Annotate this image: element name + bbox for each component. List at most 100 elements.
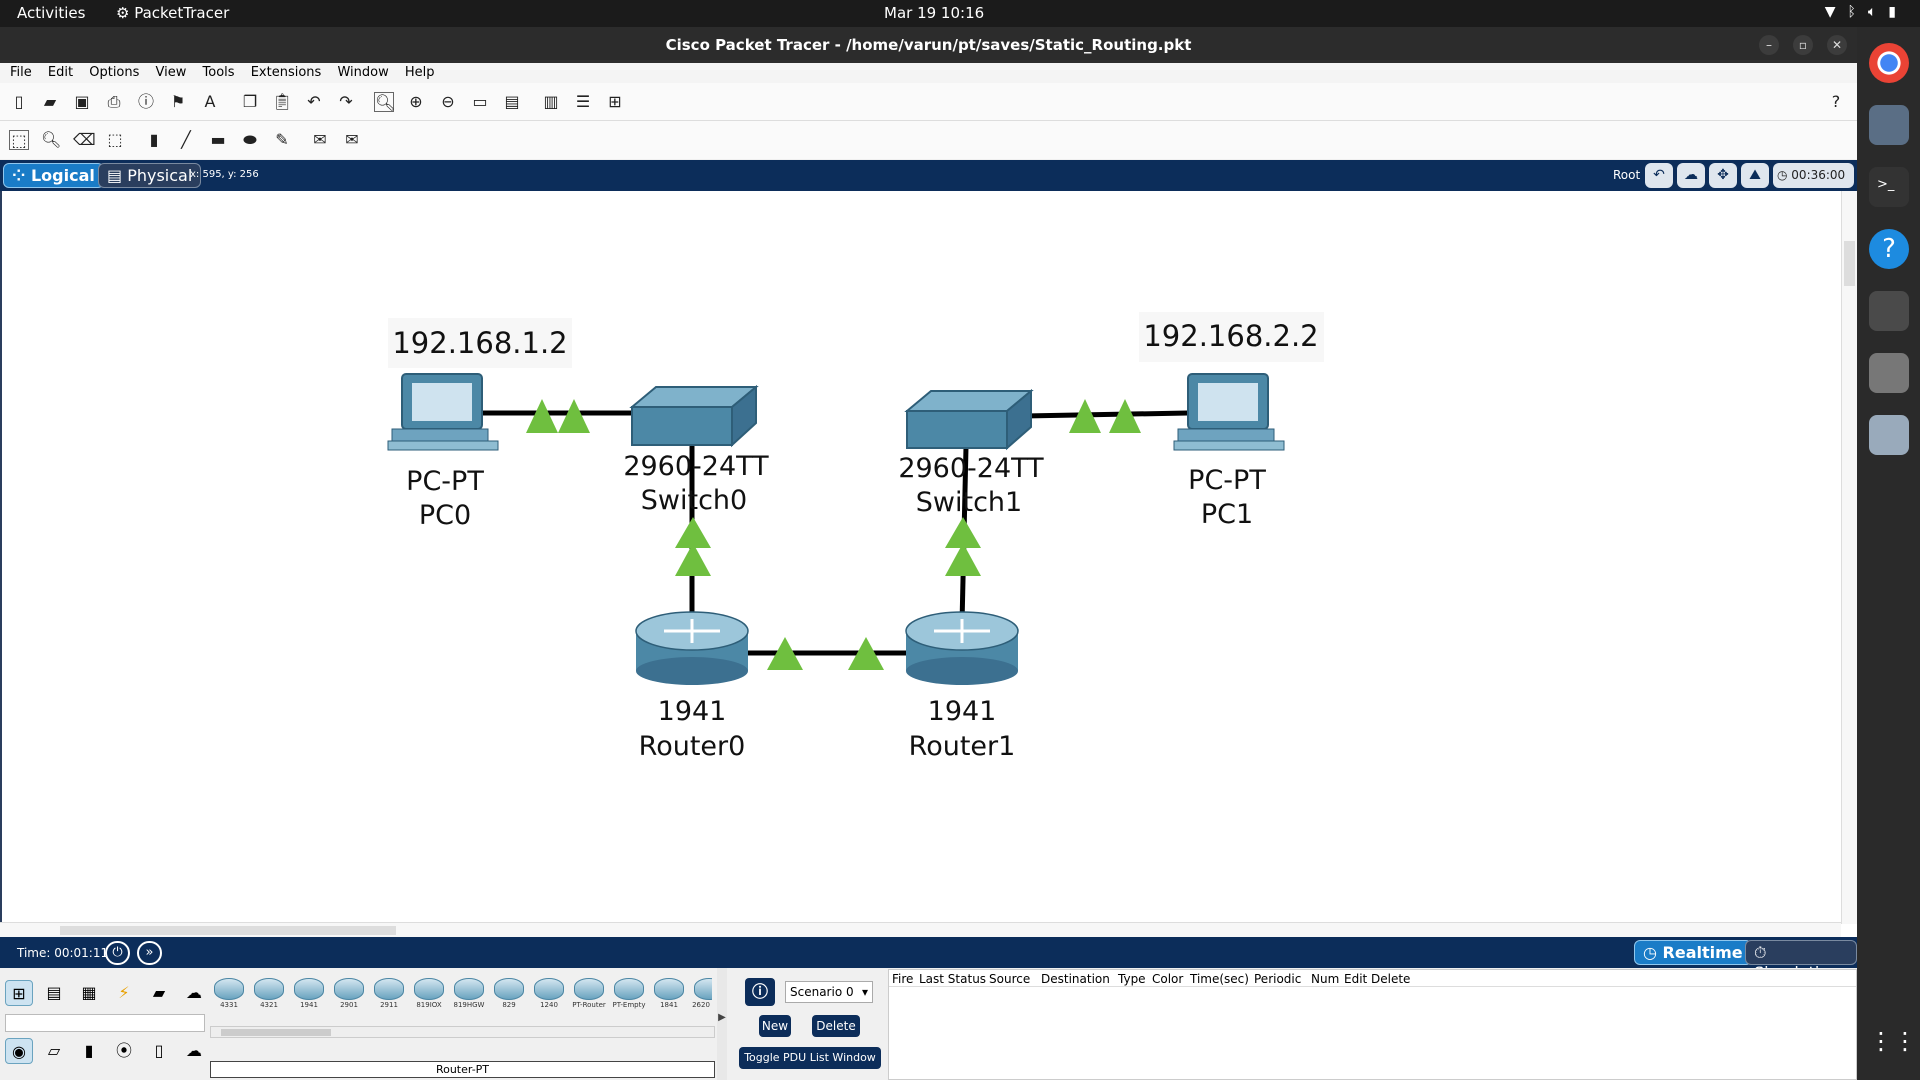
zoom-in-icon[interactable]: ⊕ xyxy=(406,92,426,112)
menu-window[interactable]: Window xyxy=(337,65,388,80)
redo-icon[interactable]: ↷ xyxy=(336,92,356,112)
switch1-device[interactable] xyxy=(904,388,1034,451)
viewport-icon[interactable]: ▥ xyxy=(541,92,561,112)
activity-wizard-icon[interactable]: A xyxy=(200,92,220,112)
menu-edit[interactable]: Edit xyxy=(48,65,73,80)
switches-subcategory-icon[interactable]: ▱ xyxy=(40,1038,68,1064)
misc-category-icon[interactable]: ▰ xyxy=(145,980,173,1006)
freeform-icon[interactable]: ✎ xyxy=(272,130,292,150)
menu-options[interactable]: Options xyxy=(89,65,139,80)
drawing-palette-icon[interactable]: ▭ xyxy=(470,92,490,112)
router0-device[interactable] xyxy=(635,611,749,685)
delete-icon[interactable]: ⌫ xyxy=(73,130,96,150)
router-model-pt-router[interactable]: PT-Router xyxy=(570,972,608,1012)
menu-file[interactable]: File xyxy=(10,65,32,80)
router-model-2620[interactable]: 2620 xyxy=(690,972,712,1012)
menu-extensions[interactable]: Extensions xyxy=(251,65,322,80)
activities-button[interactable]: Activities xyxy=(17,4,85,22)
menu-tools[interactable]: Tools xyxy=(203,65,235,80)
image-icon[interactable]: ⊞ xyxy=(605,92,625,112)
link-switch1-pc1[interactable] xyxy=(1023,410,1189,419)
scenario-info-icon[interactable]: ⓘ xyxy=(745,978,775,1006)
menu-view[interactable]: View xyxy=(156,65,187,80)
paste-icon[interactable]: 📋︎ xyxy=(272,92,292,112)
info-icon[interactable]: ⓘ xyxy=(136,92,156,112)
close-button[interactable]: ✕ xyxy=(1827,35,1847,55)
end-devices-category-icon[interactable]: ▤ xyxy=(40,980,68,1006)
physical-tab[interactable]: ▤ Physical xyxy=(98,163,202,188)
router-model-829[interactable]: 829 xyxy=(490,972,528,1012)
delete-scenario-button[interactable]: Delete xyxy=(812,1015,860,1037)
switch0-device[interactable] xyxy=(629,384,759,448)
move-icon[interactable]: ✥ xyxy=(1709,163,1737,188)
inspect-icon[interactable]: 🔍︎ xyxy=(41,130,61,150)
scroll-thumb[interactable] xyxy=(1844,241,1855,286)
help-icon[interactable]: ? xyxy=(1869,229,1909,269)
realtime-tab[interactable]: ◷ Realtime xyxy=(1634,940,1752,965)
scroll-thumb[interactable] xyxy=(60,926,396,935)
app-menu[interactable]: ⚙ PacketTracer xyxy=(116,4,229,22)
multiuser-category-icon[interactable]: ☁ xyxy=(180,980,208,1006)
network-wizard-icon[interactable]: ⚑ xyxy=(168,92,188,112)
toggle-pdu-list-button[interactable]: Toggle PDU List Window xyxy=(739,1047,881,1069)
router-model-pt-empty[interactable]: PT-Empty xyxy=(610,972,648,1012)
back-icon[interactable]: ↶ xyxy=(1645,163,1673,188)
logical-workspace[interactable]: 192.168.1.2 192.168.2.2 PC-PT PC0 2960-2… xyxy=(0,191,1857,937)
draw-rectangle-icon[interactable]: ▬ xyxy=(208,130,228,150)
place-note-icon[interactable]: ▮ xyxy=(144,130,164,150)
add-simple-pdu-icon[interactable]: ✉ xyxy=(310,130,330,150)
device-search-input[interactable] xyxy=(5,1014,205,1032)
power-cycle-icon[interactable]: ⏻ xyxy=(105,941,130,965)
save-icon[interactable]: ▣ xyxy=(72,92,92,112)
pc0-device[interactable] xyxy=(387,373,499,451)
panel-splitter[interactable]: ▶ xyxy=(717,968,727,1080)
new-scenario-button[interactable]: New xyxy=(759,1015,791,1037)
draw-line-icon[interactable]: ╱ xyxy=(176,130,196,150)
router-model-1841[interactable]: 1841 xyxy=(650,972,688,1012)
maximize-button[interactable]: ▫ xyxy=(1793,35,1813,55)
show-apps-icon[interactable]: ⋮⋮⋮ xyxy=(1869,1027,1920,1067)
router1-device[interactable] xyxy=(905,611,1019,685)
menu-help[interactable]: Help xyxy=(405,65,435,80)
print-icon[interactable]: ⎙ xyxy=(104,92,124,112)
logical-tab[interactable]: ⁘ Logical xyxy=(3,163,104,188)
wireless-subcategory-icon[interactable]: ⦿ xyxy=(110,1038,138,1064)
scenario-select[interactable]: Scenario 0 ▾ xyxy=(785,981,873,1003)
router-model-2901[interactable]: 2901 xyxy=(330,972,368,1012)
router-model-4321[interactable]: 4321 xyxy=(250,972,288,1012)
copy-icon[interactable]: ❐ xyxy=(240,92,260,112)
ssd-icon[interactable] xyxy=(1869,353,1909,393)
environment-timer[interactable]: ◷ 00:36:00 xyxy=(1773,163,1854,188)
terminal-icon[interactable]: >_ xyxy=(1869,167,1909,207)
router-model-1240[interactable]: 1240 xyxy=(530,972,568,1012)
pc1-device[interactable] xyxy=(1173,373,1285,451)
network-devices-category-icon[interactable]: ⊞ xyxy=(5,980,33,1006)
system-tray[interactable]: ▼ ᛒ 🔈︎ ▮ xyxy=(1825,4,1896,20)
packettracer-icon[interactable] xyxy=(1869,291,1909,331)
hubs-subcategory-icon[interactable]: ▮ xyxy=(75,1038,103,1064)
router-model-819iox[interactable]: 819IOX xyxy=(410,972,448,1012)
router-model-4331[interactable]: 4331 xyxy=(210,972,248,1012)
add-complex-pdu-icon[interactable]: ✉ xyxy=(342,130,362,150)
router-model-819hgw[interactable]: 819HGW xyxy=(450,972,488,1012)
new-file-icon[interactable]: ▯ xyxy=(9,92,29,112)
routers-subcategory-icon[interactable]: ◉ xyxy=(5,1038,33,1064)
scroll-thumb[interactable] xyxy=(221,1029,331,1036)
custom-device-icon[interactable]: ▤ xyxy=(502,92,522,112)
router-model-2911[interactable]: 2911 xyxy=(370,972,408,1012)
components-category-icon[interactable]: ▦ xyxy=(75,980,103,1006)
minimize-button[interactable]: – xyxy=(1759,35,1779,55)
wan-emulation-subcategory-icon[interactable]: ☁ xyxy=(180,1038,208,1064)
files-icon[interactable] xyxy=(1869,105,1909,145)
connections-category-icon[interactable]: ⚡ xyxy=(110,980,138,1006)
draw-ellipse-icon[interactable]: ⬬ xyxy=(240,130,260,150)
undo-icon[interactable]: ↶ xyxy=(304,92,324,112)
simulation-tab[interactable]: ⏱ Simulation xyxy=(1745,940,1857,982)
device-list-icon[interactable]: ☰ xyxy=(573,92,593,112)
chrome-icon[interactable] xyxy=(1869,43,1909,83)
zoom-out-icon[interactable]: ⊖ xyxy=(438,92,458,112)
router-model-1941[interactable]: 1941 xyxy=(290,972,328,1012)
trash-icon[interactable] xyxy=(1869,415,1909,455)
resize-shape-icon[interactable]: ⬚ xyxy=(105,130,125,150)
help-question-icon[interactable]: ? xyxy=(1826,92,1846,112)
